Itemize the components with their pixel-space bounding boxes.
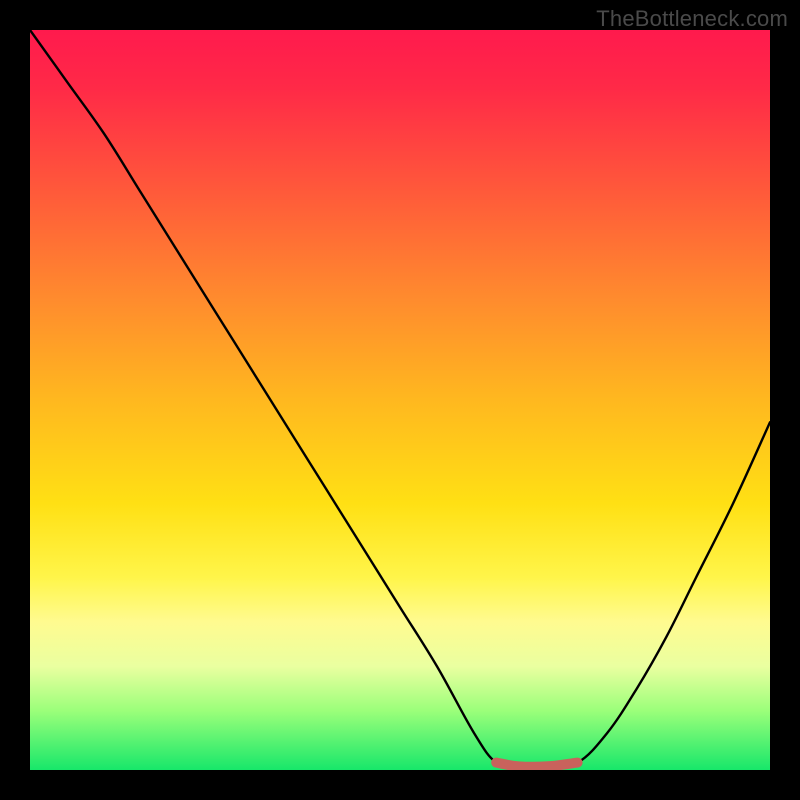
bottleneck-curve [30,30,770,767]
watermark-label: TheBottleneck.com [596,6,788,32]
valley-floor [496,763,577,767]
plot-area [30,30,770,770]
curve-layer [30,30,770,770]
chart-frame: TheBottleneck.com [0,0,800,800]
